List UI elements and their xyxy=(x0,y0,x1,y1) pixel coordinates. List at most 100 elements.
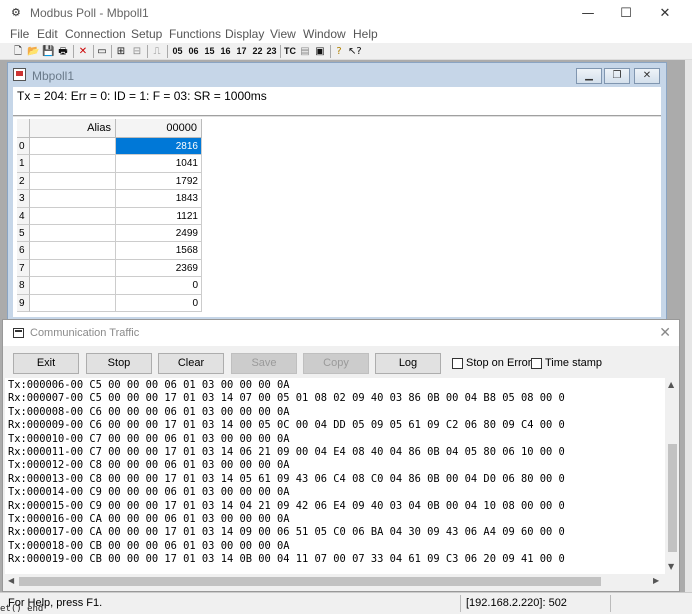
row-index: 6 xyxy=(17,242,30,260)
mbpoll-doc-icon xyxy=(13,68,26,81)
menu-connection[interactable]: Connection xyxy=(65,27,126,41)
new-file-icon[interactable]: 🗋 xyxy=(12,44,24,59)
alias-cell[interactable] xyxy=(30,155,116,173)
fc-23-button[interactable]: 23 xyxy=(265,44,278,59)
status-divider xyxy=(460,595,461,612)
alias-cell[interactable] xyxy=(30,172,116,191)
window-title: Modbus Poll - Mbpoll1 xyxy=(30,6,149,20)
toolbar-separator xyxy=(73,45,74,58)
alias-cell[interactable] xyxy=(30,277,116,295)
log-button[interactable]: Log xyxy=(375,353,441,374)
vertical-scrollbar[interactable]: ▲ ▼ xyxy=(665,378,679,574)
close-button[interactable]: ✕ xyxy=(642,3,688,25)
menu-file[interactable]: File xyxy=(10,27,29,41)
traffic-close-icon[interactable]: ✕ xyxy=(659,325,671,341)
table-row: 5 2499 xyxy=(17,225,203,243)
value-cell[interactable]: 0 xyxy=(116,277,202,295)
clear-button[interactable]: Clear xyxy=(158,353,224,374)
value-cell[interactable]: 2369 xyxy=(116,259,202,278)
child-close-button[interactable]: ✕ xyxy=(634,68,660,84)
copy-button[interactable]: Copy xyxy=(303,353,369,374)
menu-functions[interactable]: Functions xyxy=(169,27,221,41)
save-disk-icon[interactable]: 💾 xyxy=(42,44,54,59)
alias-column-header[interactable]: Alias xyxy=(30,119,116,138)
table-row: 0 2816 xyxy=(17,138,203,156)
monitor-icon[interactable]: ▣ xyxy=(314,44,326,59)
save-button[interactable]: Save xyxy=(231,353,297,374)
alias-cell[interactable] xyxy=(30,242,116,260)
pulse-icon[interactable]: ⎍ xyxy=(151,44,163,59)
value-cell[interactable]: 1843 xyxy=(116,190,202,208)
table-row: 8 0 xyxy=(17,277,203,295)
open-folder-icon[interactable]: 📂 xyxy=(27,44,39,59)
fc-15-button[interactable]: 15 xyxy=(203,44,216,59)
alias-cell[interactable] xyxy=(30,138,116,156)
address-column-header[interactable]: 00000 xyxy=(116,119,202,138)
time-stamp-label[interactable]: Time stamp xyxy=(545,357,602,369)
row-index: 2 xyxy=(17,172,30,191)
horizontal-scroll-thumb[interactable] xyxy=(19,577,601,586)
fc-17-button[interactable]: 17 xyxy=(235,44,248,59)
traffic-log[interactable]: Tx:000006-00 C5 00 00 00 06 01 03 00 00 … xyxy=(5,378,665,574)
value-cell[interactable]: 2499 xyxy=(116,225,202,243)
stop-on-error-label[interactable]: Stop on Error xyxy=(466,357,531,369)
toolbar-separator xyxy=(167,45,168,58)
menu-edit[interactable]: Edit xyxy=(37,27,58,41)
alias-cell[interactable] xyxy=(30,207,116,225)
toolbar-separator xyxy=(93,45,94,58)
fc-05-button[interactable]: 05 xyxy=(171,44,184,59)
traffic-tc-button[interactable]: TC xyxy=(283,44,297,59)
log-line: Tx:000016-00 CA 00 00 00 06 01 03 00 00 … xyxy=(8,513,290,525)
child-restore-button[interactable]: ❐ xyxy=(604,68,630,84)
value-cell[interactable]: 1041 xyxy=(116,155,202,173)
communication-traffic-window: Communication Traffic ✕ Exit Stop Clear … xyxy=(2,319,680,592)
scroll-right-icon[interactable]: ▶ xyxy=(653,576,659,585)
scroll-left-icon[interactable]: ◀ xyxy=(8,576,14,585)
alias-cell[interactable] xyxy=(30,190,116,208)
workspace-edge xyxy=(685,60,692,592)
vertical-scroll-thumb[interactable] xyxy=(668,444,677,552)
alias-cell[interactable] xyxy=(30,225,116,243)
connect-icon[interactable]: ⊞ xyxy=(115,44,127,59)
table-row: 7 2369 xyxy=(17,259,203,278)
menu-display[interactable]: Display xyxy=(225,27,264,41)
title-bar: ⚙ Modbus Poll - Mbpoll1 — ☐ ✕ xyxy=(0,0,692,26)
alias-cell[interactable] xyxy=(30,294,116,312)
disconnect-icon[interactable]: ⊟ xyxy=(131,44,143,59)
menu-help[interactable]: Help xyxy=(353,27,378,41)
grid-corner xyxy=(17,119,30,138)
window-icon[interactable]: ▭ xyxy=(96,44,108,59)
divider xyxy=(13,115,661,117)
value-cell[interactable]: 1121 xyxy=(116,207,202,225)
context-help-icon[interactable]: ↖? xyxy=(348,44,362,59)
time-stamp-checkbox[interactable] xyxy=(531,358,542,369)
mbpoll1-title-bar[interactable]: Mbpoll1 ▁ ❐ ✕ xyxy=(8,63,666,87)
print-icon[interactable]: 🖶 xyxy=(57,44,69,59)
horizontal-scrollbar[interactable]: ◀ ▶ xyxy=(5,574,665,588)
help-question-icon[interactable]: ? xyxy=(334,44,344,59)
display-icon[interactable]: ▤ xyxy=(299,44,311,59)
menu-setup[interactable]: Setup xyxy=(131,27,162,41)
table-row: 1 1041 xyxy=(17,155,203,173)
scroll-up-icon[interactable]: ▲ xyxy=(668,380,674,389)
value-cell[interactable]: 0 xyxy=(116,294,202,312)
traffic-title-bar[interactable]: Communication Traffic ✕ xyxy=(3,320,679,346)
menu-window[interactable]: Window xyxy=(303,27,346,41)
menu-view[interactable]: View xyxy=(270,27,296,41)
child-minimize-button[interactable]: ▁ xyxy=(576,68,602,84)
alias-cell[interactable] xyxy=(30,259,116,278)
value-cell[interactable]: 1568 xyxy=(116,242,202,260)
scroll-down-icon[interactable]: ▼ xyxy=(668,562,674,571)
log-line: Tx:000008-00 C6 00 00 00 06 01 03 00 00 … xyxy=(8,405,290,418)
exit-button[interactable]: Exit xyxy=(13,353,79,374)
stop-button[interactable]: Stop xyxy=(86,353,152,374)
delete-icon[interactable]: ✕ xyxy=(77,44,89,59)
toolbar-separator xyxy=(147,45,148,58)
fc-06-button[interactable]: 06 xyxy=(187,44,200,59)
fc-22-button[interactable]: 22 xyxy=(251,44,264,59)
fc-16-button[interactable]: 16 xyxy=(219,44,232,59)
stop-on-error-checkbox[interactable] xyxy=(452,358,463,369)
log-line: Rx:000007-00 C5 00 00 00 17 01 03 14 07 … xyxy=(8,392,565,405)
value-cell[interactable]: 1792 xyxy=(116,172,202,191)
value-cell[interactable]: 2816 xyxy=(116,138,202,156)
